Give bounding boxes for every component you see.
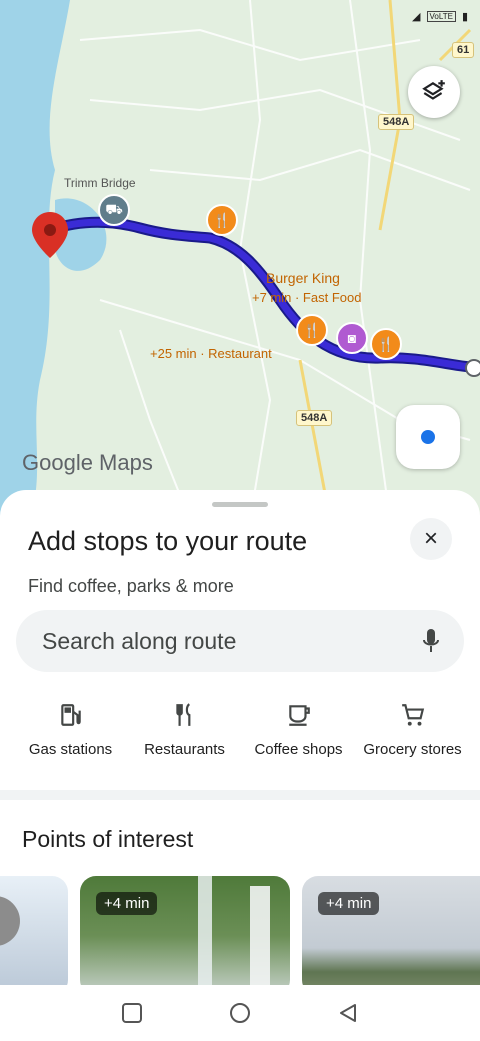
category-coffee-shops[interactable]: Coffee shops [242,700,355,759]
sheet-title: Add stops to your route [28,526,308,556]
category-restaurants[interactable]: Restaurants [128,700,241,759]
transit-pin-icon[interactable]: ⛟ [98,194,130,226]
close-icon: × [423,525,438,552]
signal-icon: ◢ [412,11,421,23]
road-badge-548a-mid: 548A [296,410,333,426]
camera-pin-icon[interactable]: ◙ [336,322,368,354]
category-label: Restaurants [144,741,225,758]
map-view[interactable]: ◢ VoLTE ▮ 61 548A 548A Trimm Bridge ⛟ 🍴 … [0,0,480,520]
search-placeholder: Search along route [42,627,237,654]
volte-label: VoLTE [426,11,456,22]
cart-icon [398,700,428,730]
bridge-label: Trimm Bridge [64,176,136,190]
category-grocery-stores[interactable]: Grocery stores [356,700,469,759]
my-location-button[interactable] [396,405,460,469]
back-icon[interactable] [334,999,362,1027]
google-maps-logo: Google Maps [22,450,153,475]
waterfall-image [198,876,212,986]
restaurant-pin-icon[interactable]: 🍴 [206,204,238,236]
restaurant-icon [170,700,200,730]
recents-icon[interactable] [118,999,146,1027]
poi-card[interactable]: +4 min [80,876,290,986]
layers-button[interactable] [408,66,460,118]
poi-card-image [0,896,20,946]
waterfall-image [250,886,270,986]
poi-card[interactable] [0,876,68,986]
restaurant-pin-icon[interactable]: 🍴 [296,314,328,346]
coffee-icon [284,700,314,730]
microphone-icon[interactable] [420,626,442,656]
restaurant-pin-icon[interactable]: 🍴 [370,328,402,360]
category-row: Gas stations Restaurants Coffee shops Gr… [0,700,480,759]
section-divider [0,790,480,800]
category-label: Gas stations [28,741,113,758]
location-dot-icon [421,430,435,444]
layers-icon [422,80,445,100]
add-stops-sheet: Add stops to your route × Find coffee, p… [0,490,480,986]
burger-king-label[interactable]: Burger King [266,270,340,286]
poi-card[interactable]: +4 min [302,876,480,986]
system-nav-bar [0,985,480,1041]
poi-carousel[interactable]: +4 min +4 min [0,876,480,986]
detour-time: +4 min [96,892,158,915]
battery-icon: ▮ [461,11,468,23]
burger-king-detail: +7 min · Fast Food [252,290,362,305]
sheet-drag-handle[interactable] [212,502,268,507]
restaurant-detail: +25 min · Restaurant [150,346,272,361]
points-of-interest-title: Points of interest [22,826,194,852]
category-label: Grocery stores [363,741,462,758]
detour-time: +4 min [318,892,380,915]
sheet-subtitle: Find coffee, parks & more [28,576,234,596]
search-along-route-input[interactable]: Search along route [16,610,464,672]
road-badge-548a-top: 548A [378,114,415,130]
category-label: Coffee shops [254,741,343,758]
status-bar: ◢ VoLTE ▮ [412,10,468,23]
road-badge-61: 61 [452,42,475,58]
home-icon[interactable] [226,999,254,1027]
category-gas-stations[interactable]: Gas stations [14,700,127,759]
close-button[interactable]: × [410,518,452,560]
gas-station-icon [56,700,86,730]
